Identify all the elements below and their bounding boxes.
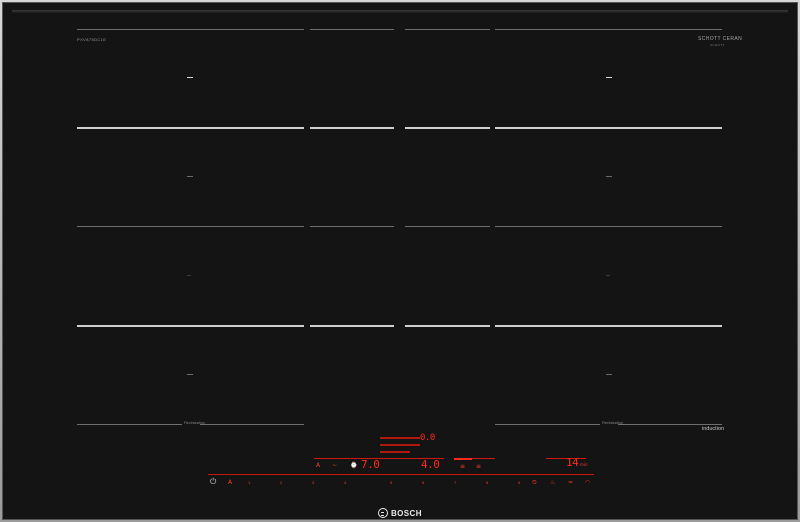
zone-divider <box>405 29 490 30</box>
zone-center-mark <box>606 176 612 177</box>
brand-name: BOSCH <box>391 508 422 518</box>
scale-level[interactable]: 8 <box>486 480 488 485</box>
scale-level[interactable]: 9 <box>518 480 520 485</box>
zone-divider <box>77 29 304 30</box>
zone-center-mark <box>187 374 193 375</box>
zone-divider <box>310 127 394 129</box>
auto-icon[interactable]: A <box>228 479 232 486</box>
flex-label-right: FlexInduction <box>602 421 623 425</box>
zone-divider <box>495 29 722 30</box>
timer-icon[interactable]: ⌚ <box>350 462 357 469</box>
zone-divider <box>495 424 600 425</box>
scale-level[interactable]: 6 <box>422 480 424 485</box>
zone-center-mark <box>187 77 193 78</box>
zone-center-mark <box>606 77 612 78</box>
zone-divider <box>310 29 394 30</box>
top-rim <box>12 10 788 13</box>
timer-left-display: 7.0 <box>361 458 380 471</box>
zone-divider <box>618 424 722 425</box>
zone-center-mark <box>187 176 193 177</box>
zone-indicator-bar <box>380 451 410 453</box>
zone-divider <box>405 226 490 227</box>
power-center-display: 4.0 <box>421 458 440 471</box>
menu-icon[interactable]: ≡ <box>460 463 465 470</box>
zone-divider <box>495 226 722 227</box>
zone-divider <box>405 127 490 129</box>
brand-logo: BOSCH <box>378 507 422 519</box>
scale-level[interactable]: 3 <box>312 480 314 485</box>
ceran-subtext: SCHOTT <box>710 43 725 47</box>
timer-icon-right[interactable]: ⏲ <box>532 479 537 486</box>
power-bar <box>454 458 472 460</box>
left-icon-2[interactable]: ~ <box>332 462 337 469</box>
heat-icon[interactable]: ≈ <box>568 479 573 486</box>
induction-label: induction <box>702 426 725 432</box>
menu-icon-2[interactable]: ≡ <box>476 463 481 470</box>
glass-surface <box>2 2 798 520</box>
right-readout: 14 <box>566 456 579 469</box>
zone-divider <box>77 226 304 227</box>
bosch-logo-icon <box>378 508 388 518</box>
steam-icon[interactable]: ♨ <box>550 479 555 486</box>
left-icon-1[interactable]: A <box>316 462 320 469</box>
scale-level[interactable]: 7 <box>454 480 456 485</box>
zone-center-mark <box>187 275 191 276</box>
zone-divider <box>310 226 394 227</box>
scale-level[interactable]: 4 <box>344 480 346 485</box>
scale-level[interactable]: 2 <box>280 480 282 485</box>
zone-divider <box>405 325 490 327</box>
flex-label-left: FlexInduction <box>184 421 205 425</box>
wifi-icon[interactable]: ◠ <box>585 479 590 486</box>
scale-level[interactable]: 1 <box>248 480 250 485</box>
zone-divider <box>200 424 304 425</box>
ceran-logo: SCHOTT CERAN SCHOTT <box>698 36 742 48</box>
zone-indicator-bar <box>380 444 420 446</box>
zone-divider <box>77 424 182 425</box>
zone-divider <box>495 325 722 327</box>
zone-indicator-bar <box>380 437 420 439</box>
zone-center-mark <box>606 275 610 276</box>
right-unit: min <box>580 462 588 467</box>
top-readout: 0.0 <box>420 433 435 443</box>
panel-slider-line <box>208 474 594 475</box>
zone-center-mark <box>606 374 612 375</box>
power-button[interactable]: ⏻ <box>210 478 216 486</box>
scale-level[interactable]: 5 <box>390 480 392 485</box>
zone-divider <box>310 325 394 327</box>
model-code: PXV875DC1E <box>77 37 107 42</box>
zone-divider <box>77 325 304 327</box>
zone-divider <box>77 127 304 129</box>
zone-divider <box>495 127 722 129</box>
